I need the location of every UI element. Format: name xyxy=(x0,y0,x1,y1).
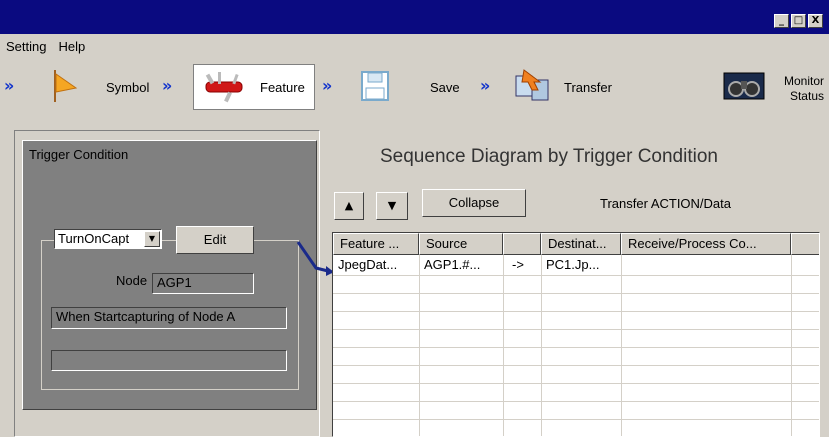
row-divider xyxy=(333,419,819,420)
column-header-arrow[interactable] xyxy=(503,233,541,255)
table-cell: PC1.Jp... xyxy=(546,257,600,272)
window-controls: _ □ X xyxy=(774,14,823,28)
transfer-icon xyxy=(514,68,552,107)
transfer-action-label: Transfer ACTION/Data xyxy=(600,196,731,211)
table-cell: JpegDat... xyxy=(338,257,398,272)
workflow-toolbar: » Symbol » Feature » Save » Transfer Mon… xyxy=(0,62,829,114)
column-divider xyxy=(541,255,542,436)
description-field[interactable]: When Startcapturing of Node A xyxy=(51,307,287,329)
column-divider xyxy=(419,255,420,436)
arrow-up-icon: ▲ xyxy=(344,199,354,212)
connector-arrow-icon xyxy=(296,241,334,276)
trigger-combo-value: TurnOnCapt xyxy=(58,231,130,246)
column-divider xyxy=(503,255,504,436)
node-field[interactable]: AGP1 xyxy=(152,273,254,294)
column-header-source[interactable]: Source xyxy=(419,233,503,255)
save-label: Save xyxy=(430,79,460,95)
row-divider xyxy=(333,293,819,294)
menu-setting[interactable]: Setting xyxy=(0,39,52,54)
chevron-icon: » xyxy=(4,76,14,95)
menu-help[interactable]: Help xyxy=(52,39,91,54)
chevron-icon: » xyxy=(162,76,172,95)
menu-bar: Setting Help xyxy=(0,34,829,58)
chevron-down-icon[interactable]: ▼ xyxy=(144,231,160,247)
row-divider xyxy=(333,401,819,402)
status-label: Status xyxy=(789,89,824,103)
transfer-button[interactable]: Transfer xyxy=(510,64,630,110)
feature-label: Feature xyxy=(260,79,305,95)
table-cell: AGP1.#... xyxy=(424,257,481,272)
collapse-button[interactable]: Collapse xyxy=(422,189,526,217)
column-header-filler xyxy=(791,233,819,255)
chevron-icon: » xyxy=(480,76,490,95)
maximize-button[interactable]: □ xyxy=(791,14,806,28)
row-divider xyxy=(333,383,819,384)
row-divider xyxy=(333,347,819,348)
row-divider xyxy=(333,329,819,330)
row-divider xyxy=(333,311,819,312)
flag-icon xyxy=(50,68,78,107)
trigger-combo[interactable]: TurnOnCapt ▼ xyxy=(54,229,162,249)
row-divider xyxy=(333,365,819,366)
move-up-button[interactable]: ▲ xyxy=(334,192,364,220)
minimize-button[interactable]: _ xyxy=(774,14,789,28)
chevron-icon: » xyxy=(322,76,332,95)
edit-button[interactable]: Edit xyxy=(176,226,254,254)
monitor-label: Monitor xyxy=(783,74,824,88)
table-cell: -> xyxy=(512,257,524,272)
close-button[interactable]: X xyxy=(808,14,823,28)
diagram-title: Sequence Diagram by Trigger Condition xyxy=(380,146,718,167)
feature-button[interactable]: Feature xyxy=(193,64,315,110)
symbol-label: Symbol xyxy=(106,79,150,95)
row-divider xyxy=(333,275,819,276)
title-bar: _ □ X xyxy=(0,0,829,34)
binoculars-icon xyxy=(722,69,766,106)
symbol-button[interactable]: Symbol xyxy=(40,64,158,110)
node-label: Node xyxy=(116,273,148,288)
column-header-destination[interactable]: Destinat... xyxy=(541,233,621,255)
swiss-knife-icon xyxy=(202,68,246,107)
column-divider xyxy=(621,255,622,436)
extra-field[interactable] xyxy=(51,350,287,371)
table-cell xyxy=(621,255,790,275)
trigger-condition-title: Trigger Condition xyxy=(29,147,129,162)
monitor-status-button[interactable]: Monitor Status xyxy=(710,64,826,110)
floppy-disk-icon xyxy=(360,70,390,105)
column-divider xyxy=(791,255,792,436)
move-down-button[interactable]: ▼ xyxy=(376,192,408,220)
sequence-table[interactable]: Feature ... Source Destinat... Receive/P… xyxy=(332,232,820,437)
monitor-status-label: Monitor Status xyxy=(784,74,824,104)
save-button[interactable]: Save xyxy=(356,64,476,110)
column-header-feature[interactable]: Feature ... xyxy=(333,233,419,255)
arrow-down-icon: ▼ xyxy=(387,199,397,212)
column-header-receive-process[interactable]: Receive/Process Co... xyxy=(621,233,791,255)
transfer-label: Transfer xyxy=(564,79,612,95)
